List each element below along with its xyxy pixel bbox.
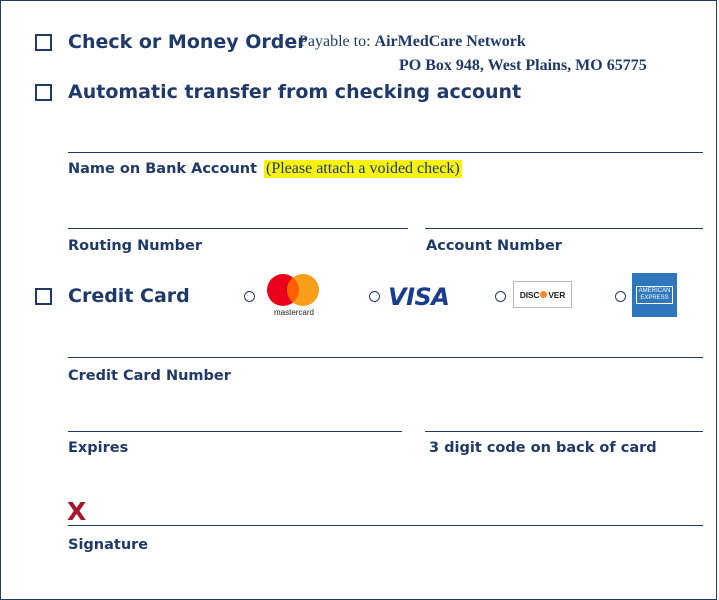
payment-form: Check or Money Order Payable to: AirMedC… <box>0 0 717 600</box>
discover-text-left: DISC <box>519 289 540 300</box>
expires-input[interactable] <box>68 431 402 432</box>
amex-line2: EXPRESS <box>640 295 669 301</box>
payee-name: AirMedCare Network <box>374 33 526 50</box>
mastercard-logo: mastercard <box>263 271 325 319</box>
amex-line1: AMERICAN <box>638 288 671 294</box>
payable-prefix: Payable to: <box>299 33 371 50</box>
routing-number-input[interactable] <box>68 228 408 229</box>
payable-to: Payable to: AirMedCare Network <box>299 33 526 51</box>
card-number-label: Credit Card Number <box>68 368 231 384</box>
cvv-input[interactable] <box>425 431 703 432</box>
bank-name-label: Name on Bank Account <box>68 161 258 177</box>
mastercard-wordmark: mastercard <box>273 308 314 317</box>
discover-logo: DISC VER <box>513 281 572 308</box>
bank-name-input[interactable] <box>68 152 703 153</box>
discover-dot-icon <box>540 291 548 298</box>
signature-label: Signature <box>68 537 149 553</box>
auto-transfer-checkbox[interactable] <box>35 84 52 101</box>
card-number-input[interactable] <box>68 357 703 358</box>
discover-text-right: VER <box>548 289 566 300</box>
check-money-order-label: Check or Money Order <box>68 31 307 53</box>
expires-label: Expires <box>68 440 129 456</box>
mastercard-radio[interactable] <box>244 291 255 302</box>
amex-radio[interactable] <box>615 291 626 302</box>
visa-logo: VISA <box>388 283 450 311</box>
account-number-label: Account Number <box>426 238 562 254</box>
amex-text: AMERICAN EXPRESS <box>635 286 674 304</box>
account-number-input[interactable] <box>425 228 703 229</box>
credit-card-checkbox[interactable] <box>35 288 52 305</box>
voided-check-note: (Please attach a voided check) <box>264 160 462 178</box>
discover-radio[interactable] <box>495 291 506 302</box>
payee-address: PO Box 948, West Plains, MO 65775 <box>399 57 647 74</box>
routing-number-label: Routing Number <box>68 238 203 254</box>
visa-radio[interactable] <box>369 291 380 302</box>
signature-input[interactable] <box>68 525 703 526</box>
credit-card-label: Credit Card <box>68 285 190 307</box>
check-money-order-checkbox[interactable] <box>35 34 52 51</box>
signature-x-mark: X <box>67 497 87 526</box>
auto-transfer-label: Automatic transfer from checking account <box>68 81 522 103</box>
amex-logo: AMERICAN EXPRESS <box>632 273 677 317</box>
cvv-label: 3 digit code on back of card <box>429 440 657 456</box>
